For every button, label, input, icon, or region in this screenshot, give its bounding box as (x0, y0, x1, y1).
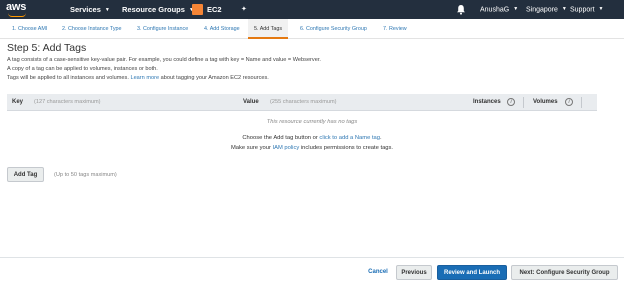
help-text: includes permissions to create tags. (300, 145, 394, 151)
description-line-2: A copy of a tag can be applied to volume… (7, 66, 158, 72)
bell-icon[interactable] (456, 4, 466, 15)
account-menu[interactable]: AnushaG ▼ (480, 0, 518, 19)
footer-divider (0, 257, 624, 258)
ec2-shortcut[interactable]: EC2 (207, 0, 222, 19)
description-text: about tagging your Amazon EC2 resources. (160, 75, 269, 81)
page-title: Step 5: Add Tags (7, 42, 87, 54)
next-configure-security-group-button[interactable]: Next: Configure Security Group (511, 265, 618, 280)
add-tag-button[interactable]: Add Tag (7, 167, 44, 182)
support-label: Support (570, 6, 595, 14)
region-menu[interactable]: Singapore ▼ (526, 0, 567, 19)
chevron-down-icon: ▼ (104, 6, 110, 13)
volumes-column-header: Volumes (533, 99, 558, 105)
step-review[interactable]: 7. Review (383, 19, 407, 39)
description-line-1: A tag consists of a case-sensitive key-v… (7, 57, 321, 63)
help-text: Make sure your (230, 145, 271, 151)
learn-more-link[interactable]: Learn more (130, 75, 159, 81)
empty-tags-message: This resource currently has no tags (266, 119, 358, 125)
help-text: . (380, 135, 382, 141)
ec2-service-icon (192, 4, 203, 15)
aws-logo-text: aws (6, 1, 27, 13)
resource-groups-menu[interactable]: Resource Groups▼ (122, 0, 194, 19)
key-column-header: Key (12, 99, 24, 105)
instances-column-header: Instances (473, 99, 501, 105)
add-tag-limit-hint: (Up to 50 tags maximum) (54, 172, 117, 178)
value-column-header: Value (243, 99, 259, 105)
wizard-steps: 1. Choose AMI 2. Choose Instance Type 3.… (0, 19, 624, 39)
key-column-hint: (127 characters maximum) (34, 99, 101, 105)
help-text: Choose the Add tag button or (242, 135, 318, 141)
resource-groups-label: Resource Groups (122, 5, 185, 14)
aws-logo[interactable]: aws (6, 1, 40, 17)
services-menu[interactable]: Services ▼ (70, 0, 110, 19)
info-icon[interactable]: i (507, 98, 515, 106)
description-text: Tags will be applied to all instances an… (7, 75, 129, 81)
description-line-3: Tags will be applied to all instances an… (7, 75, 269, 81)
permission-help: Make sure your IAM policy includes permi… (0, 145, 624, 151)
add-name-tag-link[interactable]: click to add a Name tag (319, 135, 380, 141)
region-label: Singapore (526, 6, 558, 14)
services-label: Services (70, 5, 101, 14)
add-tag-help: Choose the Add tag button or click to ad… (0, 135, 624, 141)
column-divider (581, 97, 582, 108)
info-icon[interactable]: i (565, 98, 573, 106)
tags-table-header: Key (127 characters maximum) Value (255 … (7, 94, 597, 111)
top-navigation-bar: aws Services▼ Resource Groups▼ EC2 ✦ Anu… (0, 0, 624, 19)
aws-smile-icon (8, 13, 26, 17)
chevron-down-icon: ▼ (598, 6, 604, 12)
chevron-down-icon: ▼ (561, 6, 567, 12)
step-choose-instance-type[interactable]: 2. Choose Instance Type (62, 19, 122, 39)
step-configure-instance[interactable]: 3. Configure Instance (137, 19, 188, 39)
pin-icon[interactable]: ✦ (241, 0, 247, 19)
iam-policy-link[interactable]: IAM policy (273, 145, 300, 151)
chevron-down-icon: ▼ (513, 6, 519, 12)
step-add-storage[interactable]: 4. Add Storage (204, 19, 240, 39)
step-configure-security-group[interactable]: 6. Configure Security Group (300, 19, 367, 39)
cancel-button[interactable]: Cancel (364, 265, 392, 280)
column-divider (523, 97, 524, 108)
review-and-launch-button[interactable]: Review and Launch (437, 265, 507, 280)
previous-button[interactable]: Previous (396, 265, 432, 280)
value-column-hint: (255 characters maximum) (270, 99, 337, 105)
step-add-tags[interactable]: 5. Add Tags (248, 19, 289, 39)
step-choose-ami[interactable]: 1. Choose AMI (12, 19, 47, 39)
user-label: AnushaG (480, 6, 510, 14)
support-menu[interactable]: Support ▼ (570, 0, 603, 19)
